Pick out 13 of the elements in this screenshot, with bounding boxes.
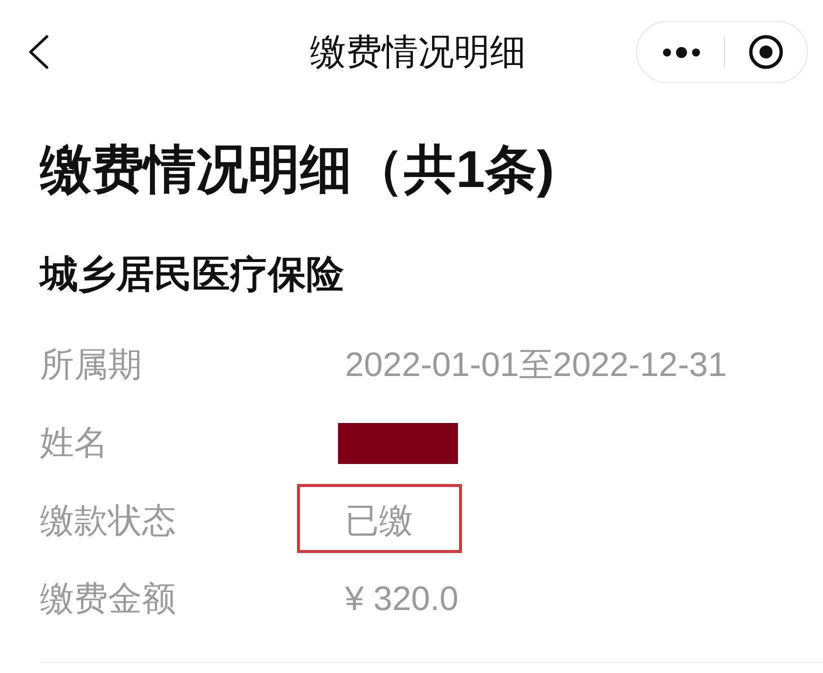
field-label: 姓名 bbox=[39, 423, 108, 463]
back-icon[interactable] bbox=[28, 35, 49, 69]
field-label: 缴款状态 bbox=[39, 501, 176, 541]
page-title: 缴费情况明细（共1条) bbox=[40, 140, 554, 200]
section-title: 城乡居民医疗保险 bbox=[40, 253, 344, 297]
nav-title: 缴费情况明细 bbox=[310, 30, 526, 74]
field-value: 2022-01-01至2022-12-31 bbox=[345, 345, 727, 385]
target-icon[interactable] bbox=[749, 35, 783, 69]
field-value: ¥ 320.0 bbox=[345, 579, 458, 619]
field-label: 缴费金额 bbox=[39, 579, 176, 619]
field-label: 所属期 bbox=[39, 345, 142, 385]
more-icon[interactable] bbox=[663, 46, 700, 58]
field-value: 已缴 bbox=[345, 501, 413, 541]
